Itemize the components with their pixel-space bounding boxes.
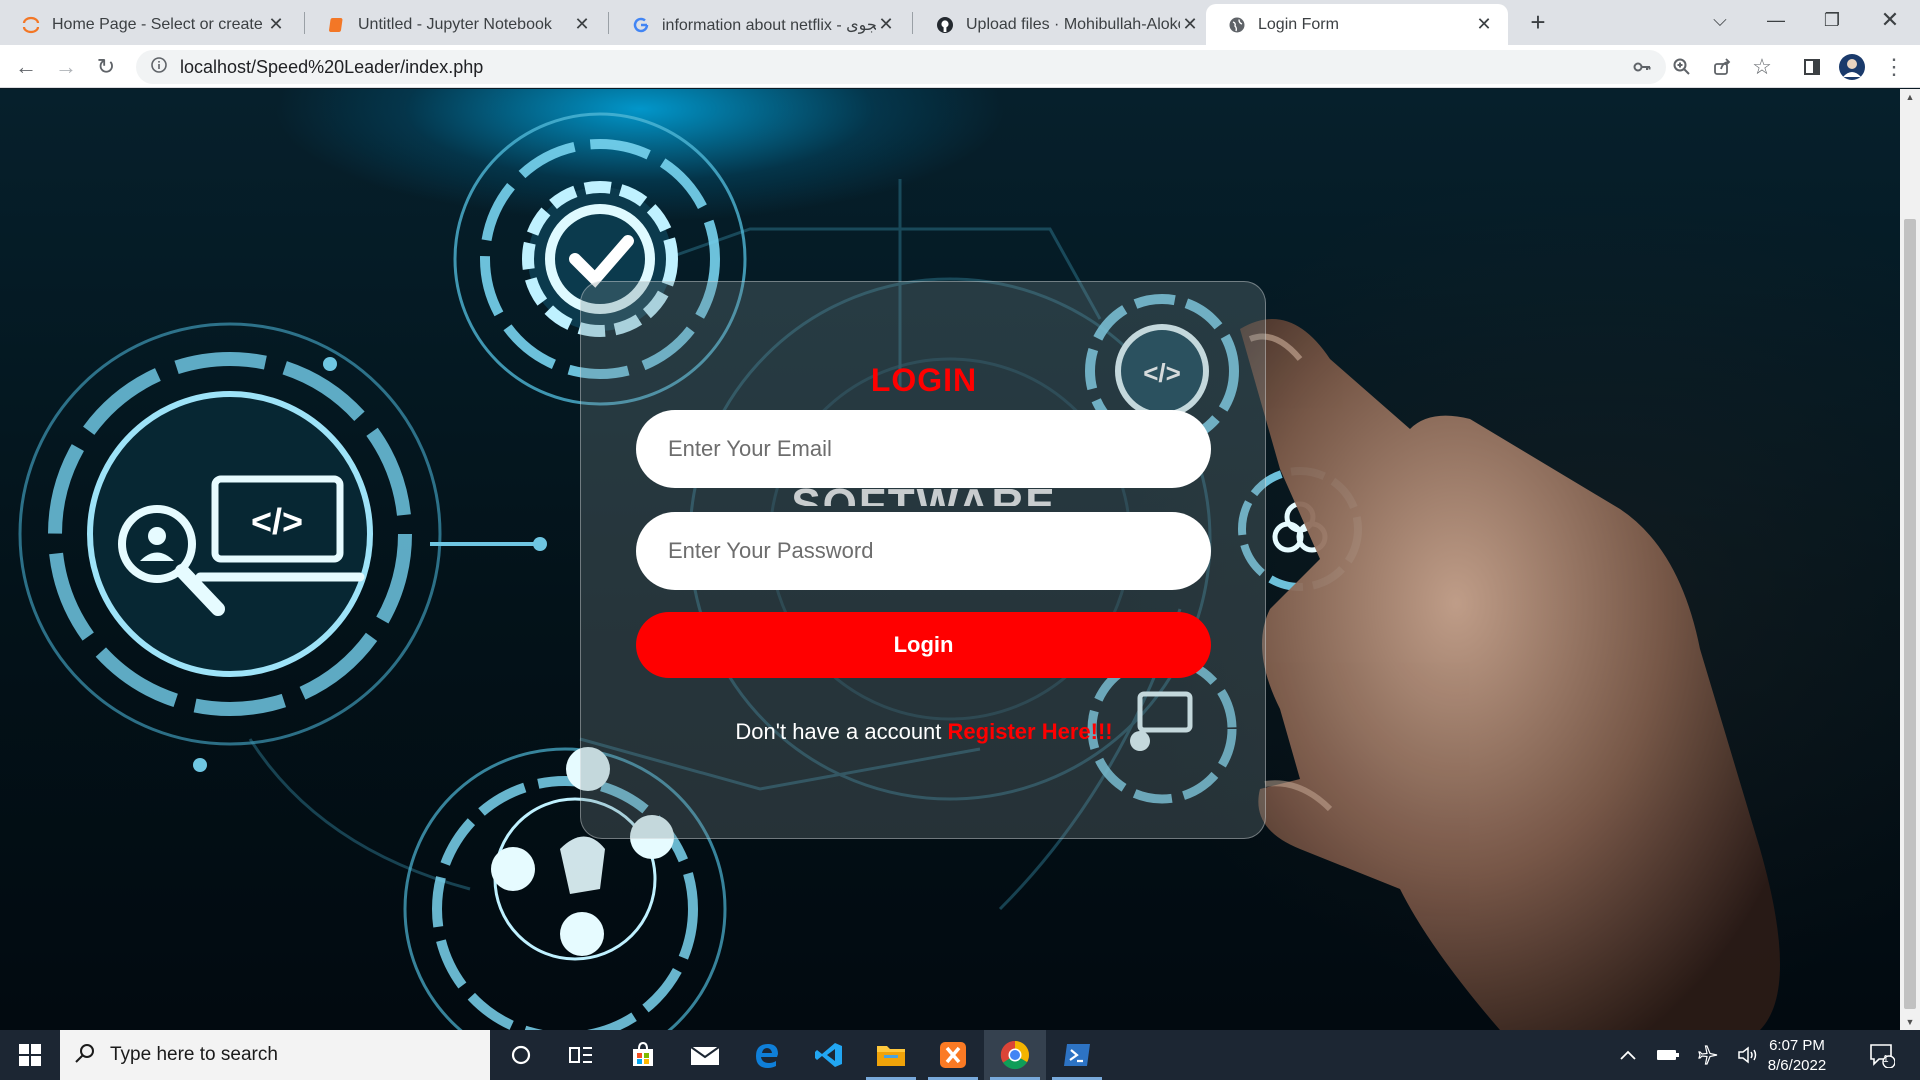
tab-title: Upload files · Mohibullah-Alokoz bbox=[966, 15, 1180, 33]
tab-title: information about netflix - جستجوی bbox=[662, 16, 876, 34]
browser-tab-strip: Home Page - Select or create a n ✕ Untit… bbox=[0, 0, 1920, 45]
login-card: SOFTWARE LOGIN Login Don't have a accoun… bbox=[580, 281, 1266, 839]
menu-kebab-icon[interactable]: ⋮ bbox=[1880, 53, 1908, 81]
page-scrollbar[interactable]: ▲ ▼ bbox=[1900, 89, 1920, 1030]
notification-center-icon[interactable]: 1 bbox=[1862, 1030, 1902, 1080]
profile-avatar[interactable] bbox=[1838, 53, 1866, 81]
xampp-icon[interactable] bbox=[922, 1030, 984, 1080]
taskbar-clock[interactable]: 6:07 PM 8/6/2022 bbox=[1752, 1036, 1842, 1076]
back-arrow-icon[interactable]: ← bbox=[10, 51, 42, 83]
password-field[interactable] bbox=[636, 512, 1211, 590]
tab-title: Login Form bbox=[1258, 15, 1339, 33]
close-tab-icon[interactable]: ✕ bbox=[1180, 14, 1200, 35]
jupyter-icon bbox=[22, 16, 40, 34]
login-page: </> </> SOFTWARE LOGIN Enter Your Email … bbox=[0, 89, 1900, 1030]
vscode-icon[interactable] bbox=[798, 1030, 860, 1080]
register-link[interactable]: Register Here!!! bbox=[948, 719, 1113, 744]
notification-count: 1 bbox=[1883, 1054, 1889, 1065]
close-tab-icon[interactable]: ✕ bbox=[1474, 14, 1494, 35]
hand-image bbox=[1240, 319, 1780, 1030]
notebook-icon bbox=[328, 16, 346, 34]
windows-taskbar: Type here to search 6:07 PM 8/6/2022 1 bbox=[0, 1030, 1920, 1080]
cortana-icon[interactable] bbox=[490, 1030, 552, 1080]
taskbar-search-box[interactable]: Type here to search bbox=[60, 1030, 490, 1080]
clock-date: 8/6/2022 bbox=[1767, 1057, 1827, 1074]
search-placeholder: Type here to search bbox=[110, 1044, 278, 1065]
tab-github-upload[interactable]: Upload files · Mohibullah-Alokoz ✕ bbox=[914, 4, 1214, 45]
tab-title: Home Page - Select or create a n bbox=[52, 15, 266, 33]
forward-arrow-icon[interactable]: → bbox=[50, 51, 82, 83]
scroll-down-arrow-icon[interactable]: ▼ bbox=[1904, 1017, 1916, 1027]
info-icon[interactable] bbox=[150, 56, 168, 79]
mail-icon[interactable] bbox=[674, 1030, 736, 1080]
scrollbar-thumb[interactable] bbox=[1904, 219, 1916, 1009]
scroll-up-arrow-icon[interactable]: ▲ bbox=[1904, 92, 1916, 102]
tab-divider bbox=[304, 12, 305, 34]
key-icon[interactable] bbox=[1628, 53, 1656, 81]
search-icon bbox=[74, 1042, 96, 1069]
zoom-icon[interactable] bbox=[1668, 53, 1696, 81]
globe-icon bbox=[1228, 16, 1246, 34]
battery-icon[interactable] bbox=[1652, 1030, 1684, 1080]
show-hidden-icons-chevron-icon[interactable] bbox=[1614, 1030, 1642, 1080]
close-tab-icon[interactable]: ✕ bbox=[266, 14, 286, 35]
bookmark-star-icon[interactable]: ☆ bbox=[1748, 53, 1776, 81]
register-prompt-text: Don't have a account bbox=[735, 719, 942, 744]
browser-toolbar: ← → ↻ localhost/Speed%20Leader/index.php… bbox=[0, 45, 1920, 88]
tab-divider bbox=[912, 12, 913, 34]
tab-jupyter-notebook[interactable]: Untitled - Jupyter Notebook ✕ bbox=[306, 4, 606, 45]
airplane-mode-icon[interactable] bbox=[1692, 1030, 1724, 1080]
windows-start-icon[interactable] bbox=[0, 1030, 60, 1080]
email-field[interactable] bbox=[636, 410, 1211, 488]
powershell-icon[interactable] bbox=[1046, 1030, 1108, 1080]
microsoft-store-icon[interactable] bbox=[612, 1030, 674, 1080]
tab-search-chevron-icon[interactable]: ⌵ bbox=[1692, 0, 1748, 40]
chrome-icon[interactable] bbox=[984, 1030, 1046, 1080]
close-window-button[interactable]: ✕ bbox=[1862, 0, 1918, 40]
new-tab-button[interactable]: + bbox=[1520, 6, 1556, 38]
reload-icon[interactable]: ↻ bbox=[90, 51, 122, 83]
github-icon bbox=[936, 16, 954, 34]
close-tab-icon[interactable]: ✕ bbox=[876, 14, 896, 35]
login-button[interactable]: Login bbox=[636, 612, 1211, 678]
tab-login-form[interactable]: Login Form ✕ bbox=[1206, 4, 1508, 45]
google-icon bbox=[632, 16, 650, 34]
file-explorer-icon[interactable] bbox=[860, 1030, 922, 1080]
login-title: LOGIN bbox=[870, 362, 978, 398]
address-bar[interactable]: localhost/Speed%20Leader/index.php bbox=[136, 50, 1666, 84]
tab-jupyter-home[interactable]: Home Page - Select or create a n ✕ bbox=[0, 4, 300, 45]
minimize-button[interactable]: — bbox=[1748, 0, 1804, 40]
laptop-code-icon: </> bbox=[18, 322, 547, 772]
edge-icon[interactable] bbox=[736, 1030, 798, 1080]
side-panel-icon[interactable] bbox=[1798, 53, 1826, 81]
tab-title: Untitled - Jupyter Notebook bbox=[358, 15, 552, 33]
clock-time: 6:07 PM bbox=[1769, 1037, 1825, 1054]
tab-google-search[interactable]: information about netflix - جستجوی ✕ bbox=[610, 4, 910, 45]
svg-text:</>: </> bbox=[251, 501, 303, 542]
url-text[interactable]: localhost/Speed%20Leader/index.php bbox=[180, 57, 483, 78]
close-tab-icon[interactable]: ✕ bbox=[572, 14, 592, 35]
register-prompt: Don't have a account Register Here!!! bbox=[581, 719, 1267, 745]
share-icon[interactable] bbox=[1708, 53, 1736, 81]
restore-button[interactable]: ❐ bbox=[1804, 0, 1860, 40]
tab-divider bbox=[608, 12, 609, 34]
task-view-icon[interactable] bbox=[550, 1030, 612, 1080]
